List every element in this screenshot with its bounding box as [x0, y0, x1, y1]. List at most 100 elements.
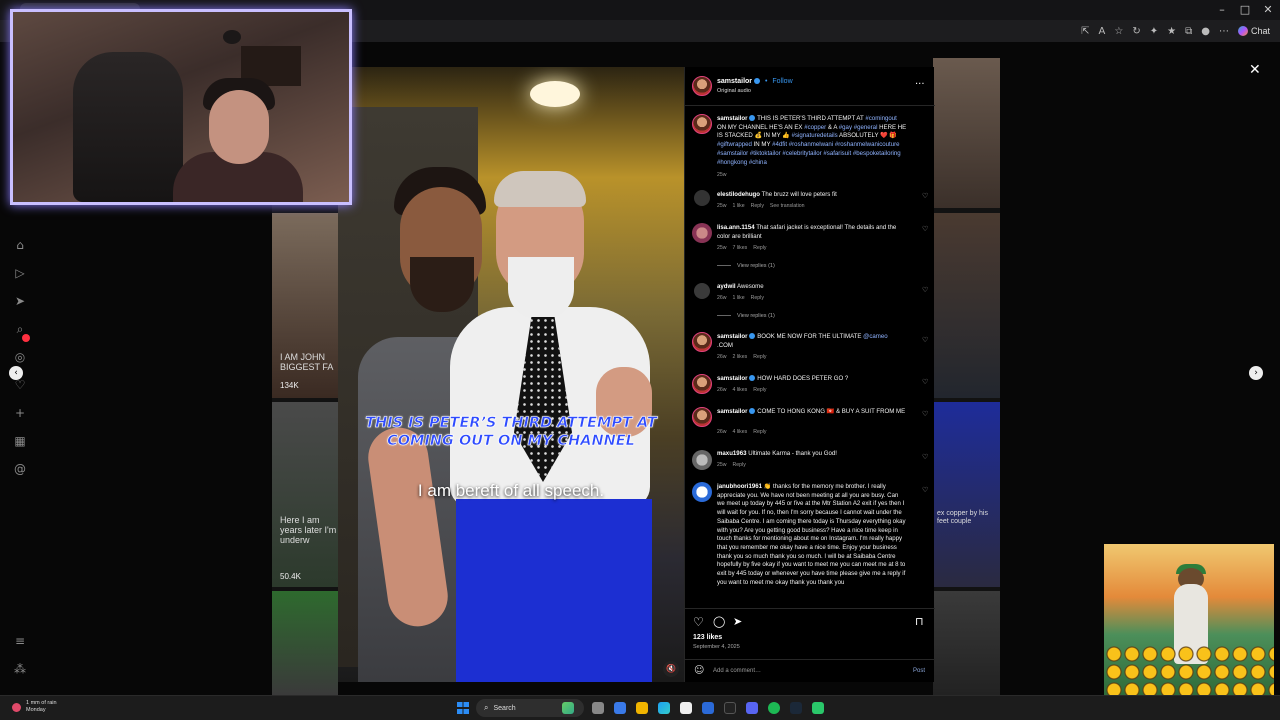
- bookmark-icon[interactable]: ⊓: [915, 615, 924, 628]
- profile-icon[interactable]: ●: [1201, 26, 1210, 37]
- hashtag-link[interactable]: #bespoketailoring: [853, 150, 901, 157]
- app-icon[interactable]: [812, 702, 824, 714]
- reels-icon[interactable]: ▷: [12, 266, 28, 282]
- grid-tile[interactable]: ex copper by his feet couple: [933, 402, 1000, 587]
- task-view-icon[interactable]: [592, 702, 604, 714]
- comment-username[interactable]: janubhoori1961: [717, 483, 762, 490]
- edge-browser-icon[interactable]: [658, 702, 670, 714]
- more-options-icon[interactable]: ···: [915, 79, 925, 90]
- hashtag-link[interactable]: #signaturedetails: [792, 132, 838, 139]
- like-count[interactable]: 4 likes: [733, 387, 748, 393]
- grid-tile[interactable]: [933, 591, 1000, 695]
- add-comment-input[interactable]: Add a comment…: [713, 668, 761, 674]
- minimize-button[interactable]: –: [1212, 3, 1232, 16]
- reply-button[interactable]: Reply: [733, 462, 746, 468]
- steam-icon[interactable]: [790, 702, 802, 714]
- hashtag-link[interactable]: #roshanmelwanicouture: [835, 141, 900, 148]
- avatar[interactable]: [692, 482, 712, 502]
- avatar[interactable]: [692, 332, 712, 352]
- share-icon[interactable]: ➤: [733, 615, 742, 628]
- dashboard-icon[interactable]: ▦: [12, 434, 28, 450]
- comment-username[interactable]: elestilodehugo: [717, 191, 760, 198]
- avatar[interactable]: [692, 114, 712, 134]
- home-icon[interactable]: ⌂: [12, 238, 28, 254]
- like-comment-heart-icon[interactable]: ♡: [922, 453, 928, 461]
- username-link[interactable]: samstailor: [717, 78, 752, 85]
- reply-button[interactable]: Reply: [753, 387, 766, 393]
- like-count[interactable]: 2 likes: [733, 354, 748, 360]
- like-count[interactable]: 1 like: [733, 295, 745, 301]
- avatar[interactable]: [692, 407, 712, 427]
- maximize-button[interactable]: □: [1235, 3, 1255, 16]
- hashtag-link[interactable]: #samstailor: [717, 150, 748, 157]
- file-explorer-icon[interactable]: [614, 702, 626, 714]
- favorites-icon[interactable]: ★: [1167, 26, 1176, 37]
- reply-button[interactable]: Reply: [753, 429, 766, 435]
- reply-button[interactable]: Reply: [753, 245, 766, 251]
- next-post-icon[interactable]: ›: [1249, 366, 1263, 380]
- collections-icon[interactable]: ⧉: [1185, 26, 1192, 37]
- hashtag-link[interactable]: #safarisuit: [823, 150, 851, 157]
- hashtag-link[interactable]: #4dfit: [772, 141, 787, 148]
- comment-username[interactable]: aydwil: [717, 283, 736, 290]
- widgets-icon[interactable]: [562, 702, 574, 714]
- like-comment-heart-icon[interactable]: ♡: [922, 286, 928, 294]
- avatar[interactable]: [694, 190, 710, 206]
- open-in-app-icon[interactable]: ⇱: [1081, 26, 1089, 37]
- create-plus-icon[interactable]: +: [12, 406, 28, 422]
- like-comment-heart-icon[interactable]: ♡: [922, 378, 928, 386]
- settings-more-icon[interactable]: ⋯: [1219, 26, 1229, 37]
- hashtag-link[interactable]: #tiktoktailor: [750, 150, 781, 157]
- copilot-chat-button[interactable]: Chat: [1237, 26, 1270, 36]
- like-comment-heart-icon[interactable]: ♡: [922, 410, 928, 418]
- hashtag-link[interactable]: #celebritytailor: [782, 150, 821, 157]
- spotify-icon[interactable]: [768, 702, 780, 714]
- extensions-icon[interactable]: ✦: [1150, 26, 1158, 37]
- avatar[interactable]: [692, 76, 712, 96]
- mute-icon[interactable]: 🔇: [663, 661, 679, 677]
- avatar[interactable]: [692, 374, 712, 394]
- menu-icon[interactable]: ≡: [12, 634, 28, 650]
- like-count[interactable]: 7 likes: [733, 245, 748, 251]
- hashtag-link[interactable]: #copper: [804, 124, 826, 131]
- read-aloud-icon[interactable]: A: [1099, 26, 1106, 37]
- mail-icon[interactable]: [702, 702, 714, 714]
- grid-tile[interactable]: [272, 591, 338, 695]
- likes-count[interactable]: 123 likes: [693, 634, 722, 641]
- refresh-icon[interactable]: ↻: [1132, 26, 1140, 37]
- avatar[interactable]: [692, 450, 712, 470]
- comment-username[interactable]: lisa.ann.1154: [717, 224, 755, 231]
- favorite-star-icon[interactable]: ☆: [1114, 26, 1123, 37]
- grid-tile[interactable]: [933, 213, 1000, 398]
- weather-widget[interactable]: 1 mm of rain Monday: [12, 700, 57, 714]
- threads-icon[interactable]: @: [12, 462, 28, 478]
- close-modal-icon[interactable]: ✕: [1249, 62, 1261, 78]
- hashtag-link[interactable]: #giftwrapped: [717, 141, 752, 148]
- like-comment-heart-icon[interactable]: ♡: [922, 225, 928, 233]
- reel-video[interactable]: THIS IS PETER’S THIRD ATTEMPT AT COMING …: [338, 67, 684, 682]
- notifications-heart-icon[interactable]: ♡: [12, 378, 28, 394]
- view-replies-button[interactable]: View replies (1): [717, 313, 775, 319]
- comment-username[interactable]: samstailor: [717, 375, 747, 382]
- like-comment-heart-icon[interactable]: ♡: [922, 192, 928, 200]
- like-count[interactable]: 4 likes: [733, 429, 748, 435]
- messages-icon[interactable]: ➤: [12, 294, 28, 310]
- hashtag-link[interactable]: #gay: [839, 124, 852, 131]
- search-icon[interactable]: ⌕: [12, 322, 28, 338]
- discord-icon[interactable]: [746, 702, 758, 714]
- caption-username[interactable]: samstailor: [717, 115, 747, 122]
- comment-username[interactable]: samstailor: [717, 333, 747, 340]
- hashtag-link[interactable]: #general: [854, 124, 878, 131]
- hashtag-link[interactable]: #roshanmelwani: [789, 141, 833, 148]
- store-icon[interactable]: [680, 702, 692, 714]
- like-comment-heart-icon[interactable]: ♡: [922, 486, 928, 494]
- close-window-button[interactable]: ✕: [1258, 3, 1278, 16]
- hashtag-link[interactable]: #china: [749, 159, 767, 166]
- previous-post-icon[interactable]: ‹: [9, 366, 23, 380]
- like-heart-icon[interactable]: ♡: [693, 615, 704, 629]
- hashtag-link[interactable]: #hongkong: [717, 159, 747, 166]
- meta-apps-icon[interactable]: ⁂: [12, 662, 28, 678]
- comment-username[interactable]: samstailor: [717, 408, 747, 415]
- avatar[interactable]: [692, 223, 712, 243]
- follow-button[interactable]: Follow: [772, 78, 792, 85]
